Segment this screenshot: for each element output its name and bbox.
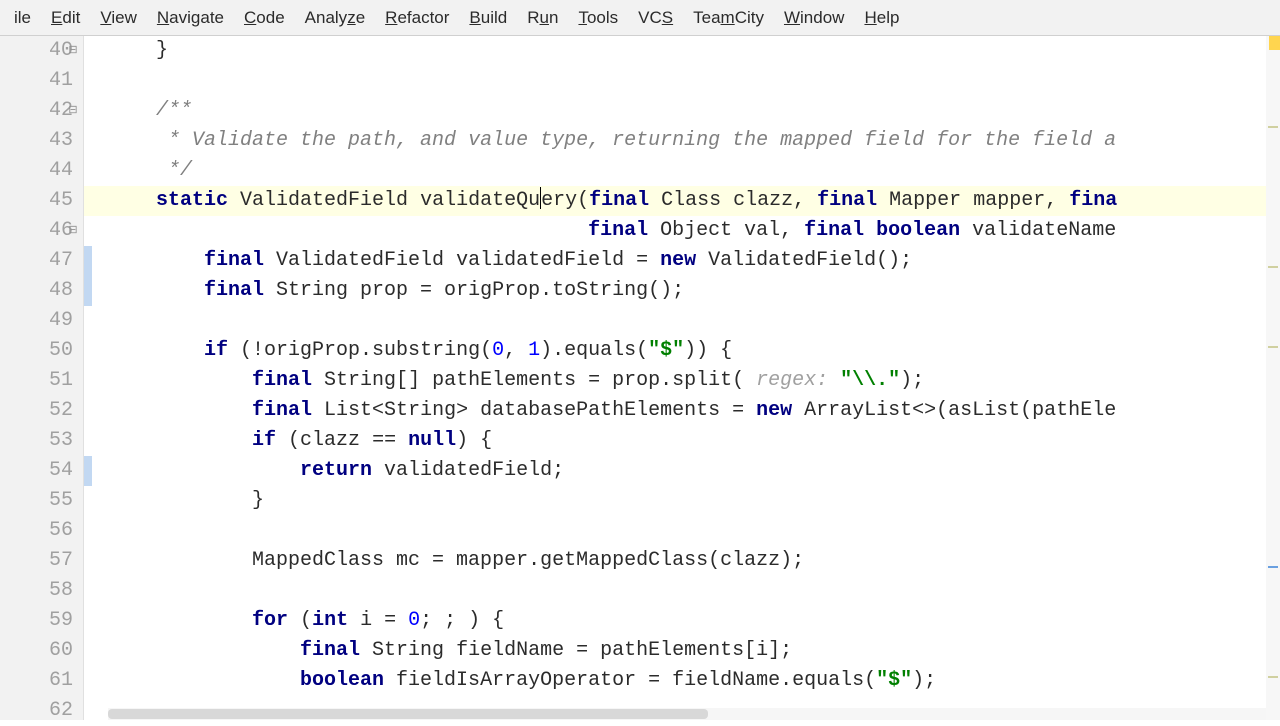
code-line[interactable]: * Validate the path, and value type, ret… bbox=[108, 126, 1280, 156]
menu-window[interactable]: Window bbox=[774, 2, 854, 34]
code-area[interactable]: } /** * Validate the path, and value typ… bbox=[84, 36, 1280, 720]
code-line[interactable]: } bbox=[108, 486, 1280, 516]
scrollbar-thumb[interactable] bbox=[108, 709, 708, 719]
menu-refactor[interactable]: Refactor bbox=[375, 2, 459, 34]
code-line[interactable]: } bbox=[108, 36, 1280, 66]
code-line[interactable]: final ValidatedField validatedField = ne… bbox=[108, 246, 1280, 276]
menu-file[interactable]: ile bbox=[4, 2, 41, 34]
menu-analyze[interactable]: Analyze bbox=[295, 2, 376, 34]
code-line[interactable]: final String prop = origProp.toString(); bbox=[108, 276, 1280, 306]
stripe-mark[interactable] bbox=[1268, 676, 1278, 678]
code-line[interactable]: if (!origProp.substring(0, 1).equals("$"… bbox=[108, 336, 1280, 366]
menu-code[interactable]: Code bbox=[234, 2, 295, 34]
inspection-status-icon[interactable] bbox=[1269, 36, 1280, 50]
menubar: ile Edit View Navigate Code Analyze Refa… bbox=[0, 0, 1280, 36]
code-line[interactable]: for (int i = 0; ; ) { bbox=[108, 606, 1280, 636]
menu-run[interactable]: Run bbox=[517, 2, 568, 34]
menu-teamcity[interactable]: TeamCity bbox=[683, 2, 774, 34]
stripe-mark[interactable] bbox=[1268, 266, 1278, 268]
code-line[interactable]: /** bbox=[108, 96, 1280, 126]
code-line[interactable]: final Object val, final boolean validate… bbox=[108, 216, 1280, 246]
menu-navigate[interactable]: Navigate bbox=[147, 2, 234, 34]
code-line[interactable]: static ValidatedField validateQuery(fina… bbox=[84, 186, 1280, 216]
menu-view[interactable]: View bbox=[90, 2, 147, 34]
menu-edit[interactable]: Edit bbox=[41, 2, 90, 34]
fold-toggle-icon[interactable]: ⊟ bbox=[67, 45, 79, 57]
text-caret bbox=[540, 187, 541, 209]
stripe-mark[interactable] bbox=[1268, 346, 1278, 348]
code-line[interactable] bbox=[108, 516, 1280, 546]
horizontal-scrollbar[interactable] bbox=[108, 708, 1266, 720]
fold-column: ⊟ ⊟ ⊟ bbox=[55, 36, 83, 720]
menu-help[interactable]: Help bbox=[854, 2, 909, 34]
code-line[interactable]: return validatedField; bbox=[108, 456, 1280, 486]
code-line[interactable] bbox=[108, 66, 1280, 96]
code-line[interactable]: final String fieldName = pathElements[i]… bbox=[108, 636, 1280, 666]
menu-build[interactable]: Build bbox=[459, 2, 517, 34]
stripe-mark[interactable] bbox=[1268, 126, 1278, 128]
fold-toggle-icon[interactable]: ⊟ bbox=[67, 225, 79, 237]
code-line[interactable]: if (clazz == null) { bbox=[108, 426, 1280, 456]
error-stripe bbox=[1266, 36, 1280, 720]
fold-toggle-icon[interactable]: ⊟ bbox=[67, 105, 79, 117]
editor: 4041424344454647484950515253545556575859… bbox=[0, 36, 1280, 720]
code-line[interactable]: final String[] pathElements = prop.split… bbox=[108, 366, 1280, 396]
code-line[interactable]: boolean fieldIsArrayOperator = fieldName… bbox=[108, 666, 1280, 696]
gutter: 4041424344454647484950515253545556575859… bbox=[0, 36, 84, 720]
menu-tools[interactable]: Tools bbox=[568, 2, 628, 34]
code-line[interactable]: MappedClass mc = mapper.getMappedClass(c… bbox=[108, 546, 1280, 576]
code-line[interactable] bbox=[108, 306, 1280, 336]
code-line[interactable]: final List<String> databasePathElements … bbox=[108, 396, 1280, 426]
stripe-mark[interactable] bbox=[1268, 566, 1278, 568]
code-line[interactable]: */ bbox=[108, 156, 1280, 186]
code-line[interactable] bbox=[108, 576, 1280, 606]
menu-vcs[interactable]: VCS bbox=[628, 2, 683, 34]
